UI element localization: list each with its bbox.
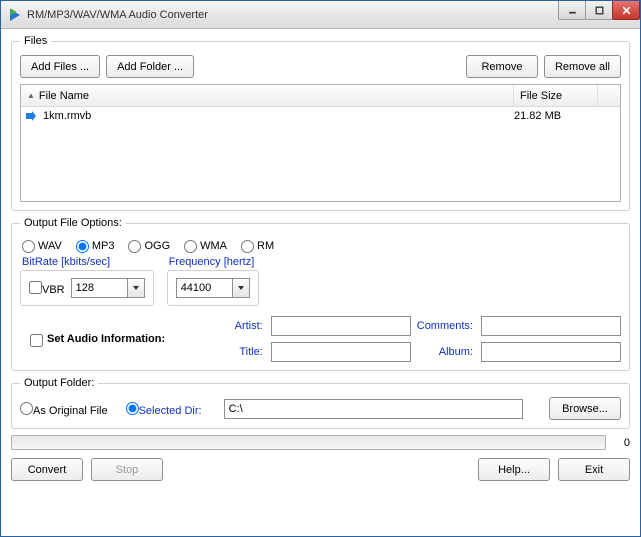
progress-bar xyxy=(11,435,606,450)
remove-button[interactable]: Remove xyxy=(466,55,538,78)
output-dir-input[interactable] xyxy=(224,399,523,419)
remove-all-button[interactable]: Remove all xyxy=(544,55,621,78)
comments-label: Comments: xyxy=(417,320,475,332)
output-folder-legend: Output Folder: xyxy=(20,377,98,389)
file-list[interactable]: ▲ File Name File Size 1km.rmvb 21.82 MB xyxy=(20,84,621,202)
bitrate-group: BitRate [kbits/sec] VBR xyxy=(20,256,154,306)
format-ogg[interactable]: OGG xyxy=(128,239,170,252)
exit-button[interactable]: Exit xyxy=(558,458,630,481)
frequency-input[interactable] xyxy=(176,278,232,298)
title-label: Title: xyxy=(235,346,265,358)
format-rm[interactable]: RM xyxy=(241,239,274,252)
as-original-radio[interactable]: As Original File xyxy=(20,401,108,417)
file-size-cell: 21.82 MB xyxy=(514,110,598,122)
album-input[interactable] xyxy=(481,342,621,362)
comments-input[interactable] xyxy=(481,316,621,336)
close-button[interactable] xyxy=(612,1,640,20)
frequency-group: Frequency [hertz] xyxy=(167,256,259,306)
files-group: Files Add Files ... Add Folder ... Remov… xyxy=(11,35,630,211)
convert-button[interactable]: Convert xyxy=(11,458,83,481)
bottom-button-row: Convert Stop Help... Exit xyxy=(11,458,630,481)
format-mp3[interactable]: MP3 xyxy=(76,239,115,252)
chevron-down-icon[interactable] xyxy=(127,278,145,298)
maximize-button[interactable] xyxy=(585,1,613,20)
progress-row: 0 xyxy=(11,435,630,450)
file-name-cell: 1km.rmvb xyxy=(41,110,514,122)
window-title: RM/MP3/WAV/WMA Audio Converter xyxy=(27,9,208,21)
output-options-legend: Output File Options: xyxy=(20,217,126,229)
titlebar: RM/MP3/WAV/WMA Audio Converter xyxy=(1,1,640,29)
column-header-name[interactable]: ▲ File Name xyxy=(21,85,514,106)
file-list-header: ▲ File Name File Size xyxy=(21,85,620,107)
vbr-checkbox[interactable]: VBR xyxy=(29,280,65,296)
title-input[interactable] xyxy=(271,342,411,362)
artist-label: Artist: xyxy=(235,320,265,332)
format-radio-row: WAV MP3 OGG WMA RM xyxy=(22,239,621,252)
column-header-pad xyxy=(598,85,620,106)
selected-dir-radio[interactable]: Selected Dir: xyxy=(126,401,202,417)
format-wma[interactable]: WMA xyxy=(184,239,227,252)
file-row[interactable]: 1km.rmvb 21.82 MB xyxy=(21,107,620,125)
metadata-grid: Artist: Comments: Title: Album: xyxy=(235,316,621,362)
app-icon xyxy=(7,7,23,23)
chevron-down-icon[interactable] xyxy=(232,278,250,298)
bitrate-combo[interactable] xyxy=(71,277,145,299)
add-folder-button[interactable]: Add Folder ... xyxy=(106,55,194,78)
frequency-legend: Frequency [hertz] xyxy=(167,256,259,268)
output-options-group: Output File Options: WAV MP3 OGG WMA RM … xyxy=(11,217,630,371)
column-header-size[interactable]: File Size xyxy=(514,85,598,106)
minimize-button[interactable] xyxy=(558,1,586,20)
output-folder-group: Output Folder: As Original File Selected… xyxy=(11,377,630,429)
files-legend: Files xyxy=(20,35,51,47)
bitrate-input[interactable] xyxy=(71,278,127,298)
artist-input[interactable] xyxy=(271,316,411,336)
stop-button[interactable]: Stop xyxy=(91,458,163,481)
bitrate-legend: BitRate [kbits/sec] xyxy=(20,256,154,268)
window-controls xyxy=(559,1,640,20)
format-wav[interactable]: WAV xyxy=(22,239,62,252)
sort-asc-icon: ▲ xyxy=(27,91,35,100)
browse-button[interactable]: Browse... xyxy=(549,397,621,420)
set-audio-info-checkbox[interactable]: Set Audio Information: xyxy=(30,333,165,346)
arrow-right-icon xyxy=(21,110,41,122)
progress-value: 0 xyxy=(614,437,630,449)
help-button[interactable]: Help... xyxy=(478,458,550,481)
add-files-button[interactable]: Add Files ... xyxy=(20,55,100,78)
album-label: Album: xyxy=(417,346,475,358)
frequency-combo[interactable] xyxy=(176,277,250,299)
